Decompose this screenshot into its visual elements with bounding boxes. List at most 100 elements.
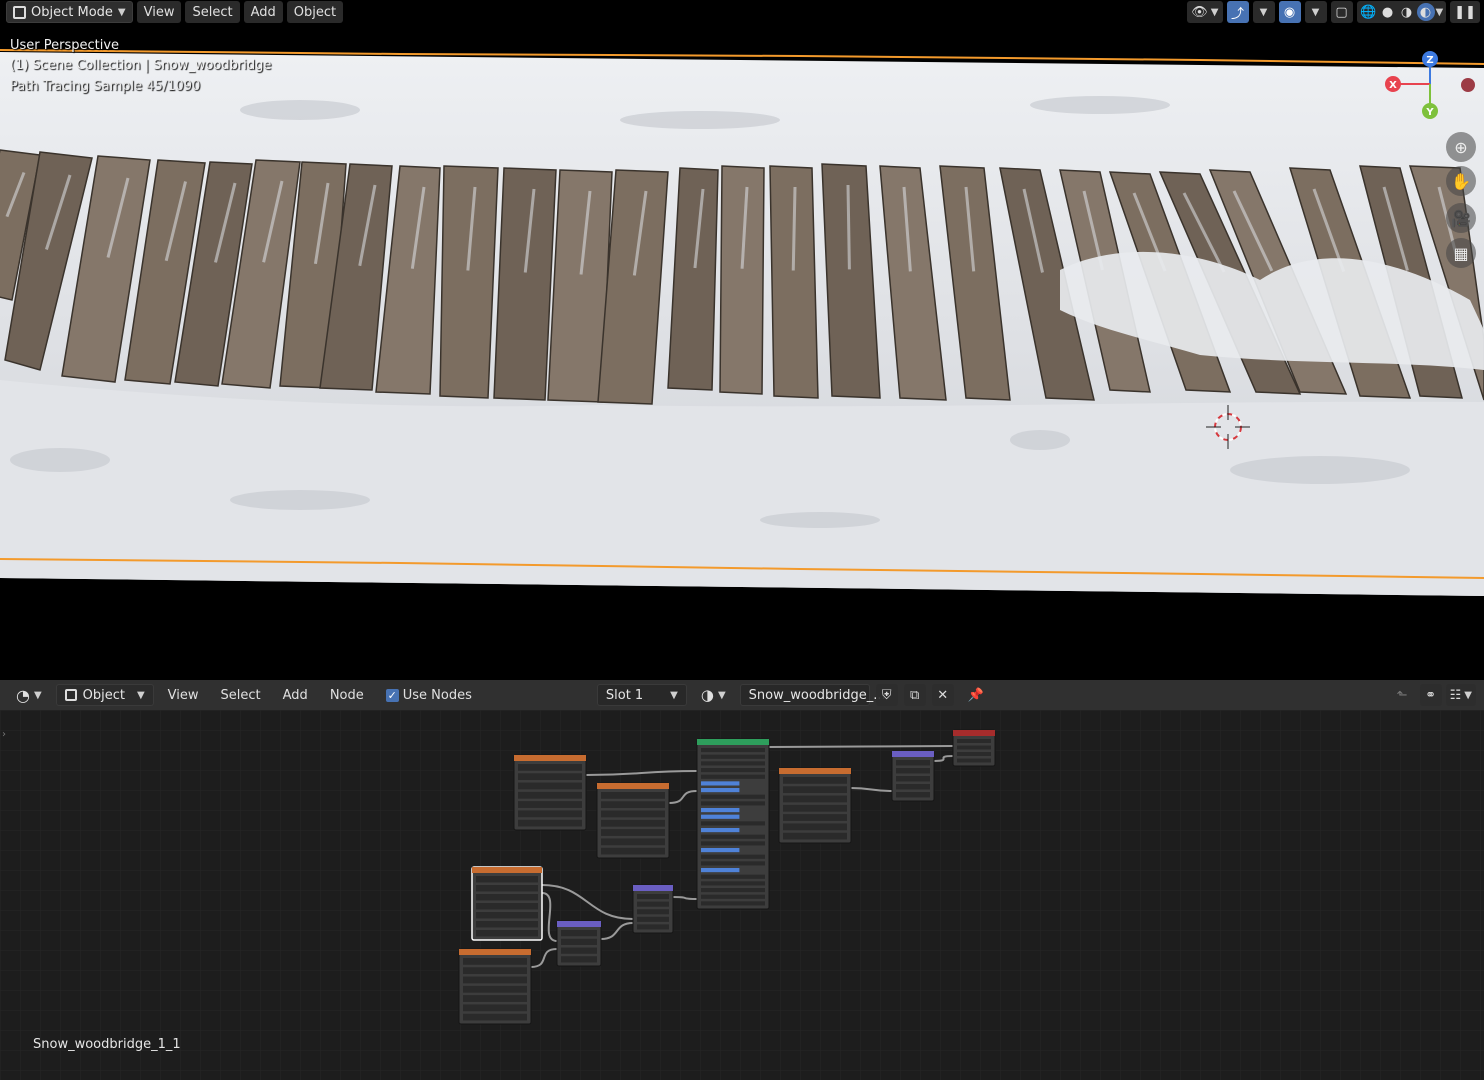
node-header-right: ⬑ ⚭ ☷ ▼ bbox=[1389, 684, 1476, 706]
rendered-shading-icon[interactable]: ◐ bbox=[1416, 3, 1435, 21]
wireframe-shading-icon[interactable]: 🌐 bbox=[1360, 3, 1378, 21]
node-tex2[interactable] bbox=[596, 782, 670, 859]
node-tex5[interactable] bbox=[458, 948, 532, 1025]
menu-add[interactable]: Add bbox=[243, 1, 283, 23]
node-field bbox=[518, 810, 582, 818]
solid-shading-icon[interactable]: ● bbox=[1379, 3, 1397, 21]
node-header bbox=[633, 885, 673, 891]
node-field bbox=[896, 792, 930, 798]
checkbox-checked-icon: ✓ bbox=[385, 688, 399, 702]
perspective-tool[interactable]: ▦ bbox=[1446, 238, 1476, 268]
node-field bbox=[518, 819, 582, 827]
node-field bbox=[896, 768, 930, 774]
node-field bbox=[783, 823, 847, 831]
snap-target-selector[interactable]: ☷ ▼ bbox=[1445, 684, 1476, 706]
node-field bbox=[561, 930, 597, 937]
node-canvas[interactable]: › bbox=[0, 710, 1484, 1080]
shader-editor-header: ◔ ▼ Object ▼ View Select Add Node ✓ Use … bbox=[0, 680, 1484, 710]
node-field bbox=[476, 876, 538, 883]
menu-object[interactable]: Object bbox=[286, 1, 344, 23]
node-field bbox=[783, 777, 847, 784]
pan-tool[interactable]: ✋ bbox=[1446, 166, 1476, 196]
pause-render-button[interactable]: ❚❚ bbox=[1450, 1, 1480, 23]
unlink-material-button[interactable]: ✕ bbox=[931, 684, 954, 706]
node-field bbox=[701, 868, 740, 873]
node-field bbox=[957, 758, 991, 763]
plank bbox=[719, 165, 765, 395]
node-header bbox=[892, 751, 934, 757]
camera-tool[interactable]: 🎥 bbox=[1446, 203, 1476, 233]
node-bsdf[interactable] bbox=[696, 738, 770, 910]
pin-button[interactable]: 📌 bbox=[960, 684, 992, 706]
menu-view[interactable]: View bbox=[136, 1, 182, 23]
gizmo-dropdown[interactable]: ▼ bbox=[1252, 1, 1275, 23]
object-type-selector[interactable]: Object ▼ bbox=[55, 684, 154, 706]
pin-icon: 📌 bbox=[967, 687, 984, 703]
gizmo-toggle[interactable]: ⤴ bbox=[1226, 1, 1249, 23]
node-bump[interactable] bbox=[632, 884, 674, 934]
node-header bbox=[557, 921, 601, 927]
xray-toggle[interactable]: ▢ bbox=[1330, 1, 1353, 23]
snap-icon: ⚭ bbox=[1425, 687, 1437, 703]
plank-snow bbox=[846, 184, 851, 270]
material-shading-icon[interactable]: ◑ bbox=[1398, 3, 1416, 21]
node-field bbox=[701, 814, 740, 819]
3d-viewport[interactable]: Z X Y Object Mode ▼ View Select Add Obje… bbox=[0, 0, 1484, 680]
sidebar-toggle-icon: › bbox=[2, 729, 6, 740]
object-mode-icon bbox=[13, 5, 26, 19]
node-field bbox=[783, 795, 847, 803]
overlays-toggle[interactable]: ◉ bbox=[1278, 1, 1301, 23]
node-field bbox=[701, 881, 765, 886]
node-field bbox=[957, 752, 991, 756]
shader-editor[interactable]: ◔ ▼ Object ▼ View Select Add Node ✓ Use … bbox=[0, 680, 1484, 1080]
node-field bbox=[701, 761, 765, 766]
use-nodes-toggle[interactable]: ✓ Use Nodes bbox=[378, 684, 480, 706]
snap-toggle[interactable]: ⚭ bbox=[1419, 684, 1442, 706]
material-name-field[interactable]: Snow_woodbridge_... bbox=[739, 684, 886, 706]
node-field bbox=[518, 791, 582, 799]
node-menu-add[interactable]: Add bbox=[275, 684, 316, 706]
node-field bbox=[601, 792, 665, 799]
node-disp[interactable] bbox=[891, 750, 935, 802]
node-tex4[interactable] bbox=[471, 866, 543, 941]
node-field bbox=[637, 916, 669, 922]
node-field bbox=[896, 760, 930, 766]
menu-select[interactable]: Select bbox=[185, 1, 240, 23]
chevron-down-icon[interactable]: ▼ bbox=[1436, 7, 1444, 18]
parent-node-tree-button[interactable]: ⬑ bbox=[1389, 684, 1416, 706]
node-tex3[interactable] bbox=[778, 767, 852, 844]
node-field bbox=[518, 782, 582, 790]
node-tex1[interactable] bbox=[513, 754, 587, 831]
node-field bbox=[701, 781, 740, 786]
hand-icon: ✋ bbox=[1451, 171, 1471, 191]
node-field bbox=[701, 774, 765, 779]
node-menu-node[interactable]: Node bbox=[322, 684, 372, 706]
node-out[interactable] bbox=[952, 729, 996, 767]
close-icon: ✕ bbox=[937, 687, 949, 703]
node-menu-select[interactable]: Select bbox=[213, 684, 269, 706]
node-field bbox=[476, 921, 538, 928]
node-header bbox=[472, 867, 542, 873]
node-field bbox=[637, 924, 669, 930]
visibility-toggle[interactable]: 👁 ▼ bbox=[1187, 1, 1223, 23]
viewport-render[interactable]: Z X Y bbox=[0, 0, 1484, 680]
viewport-header: Object Mode ▼ View Select Add Object 👁 ▼ … bbox=[0, 0, 1484, 24]
zoom-tool[interactable]: ⊕ bbox=[1446, 132, 1476, 162]
node-field bbox=[463, 985, 527, 993]
node-field bbox=[518, 801, 582, 808]
mode-selector[interactable]: Object Mode ▼ bbox=[6, 1, 133, 23]
blender-window: Z X Y Object Mode ▼ View Select Add Obje… bbox=[0, 0, 1484, 1080]
node-field bbox=[701, 788, 740, 793]
slot-selector[interactable]: Slot 1 ▼ bbox=[596, 684, 687, 706]
overlays-dropdown[interactable]: ▼ bbox=[1304, 1, 1327, 23]
material-browse-button[interactable]: ◑ ▼ bbox=[693, 684, 734, 706]
node-field bbox=[701, 861, 765, 866]
editor-type-selector[interactable]: ◔ ▼ bbox=[8, 684, 50, 706]
node-sep[interactable] bbox=[556, 920, 602, 967]
node-field bbox=[957, 739, 991, 743]
duplicate-material-button[interactable]: ⧉ bbox=[903, 684, 926, 706]
fake-user-button[interactable]: ⛨ bbox=[875, 684, 898, 706]
node-menu-view[interactable]: View bbox=[160, 684, 207, 706]
node-field bbox=[701, 821, 765, 826]
node-field bbox=[701, 848, 740, 853]
